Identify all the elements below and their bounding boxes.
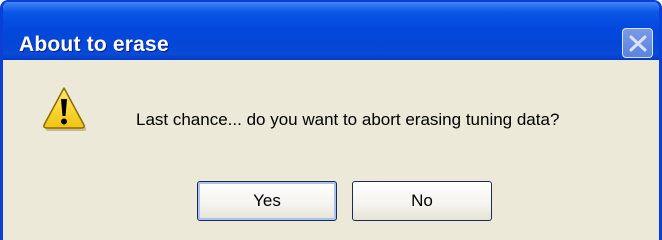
yes-button[interactable]: Yes <box>197 181 337 221</box>
warning-icon <box>43 87 87 131</box>
close-button[interactable] <box>622 28 653 58</box>
close-icon <box>629 35 647 52</box>
no-button[interactable]: No <box>352 181 492 221</box>
dialog-message: Last chance... do you want to abort eras… <box>136 110 560 129</box>
dialog-content: Last chance... do you want to abort eras… <box>3 60 659 240</box>
dialog-title: About to erase <box>19 33 169 56</box>
message-dialog: About to erase Last chance... do you wan… <box>0 0 662 240</box>
title-bar[interactable]: About to erase <box>3 2 659 60</box>
